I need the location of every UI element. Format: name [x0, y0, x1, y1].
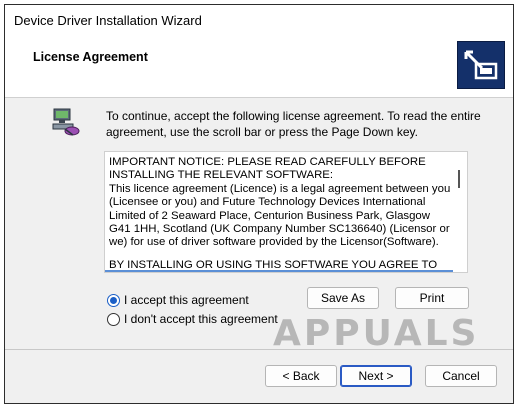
driver-install-logo-icon [457, 41, 505, 89]
license-paragraph: IMPORTANT NOTICE: PLEASE READ CAREFULLY … [109, 156, 426, 182]
intro-text: To continue, accept the following licens… [106, 109, 481, 139]
decline-option[interactable]: I don't accept this agreement [107, 312, 278, 326]
computer-network-icon [51, 107, 81, 137]
license-scrollbar[interactable] [453, 152, 467, 272]
back-button[interactable]: < Back [265, 365, 337, 387]
decline-radio[interactable] [107, 312, 120, 326]
accept-radio[interactable] [107, 293, 120, 307]
license-text: IMPORTANT NOTICE: PLEASE READ CAREFULLY … [109, 156, 451, 272]
scrollbar-thumb[interactable] [458, 170, 460, 188]
focus-underline [105, 270, 453, 272]
print-button[interactable]: Print [395, 287, 469, 309]
decline-label[interactable]: I don't accept this agreement [124, 312, 278, 326]
wizard-window: Device Driver Installation Wizard Licens… [4, 4, 514, 404]
title-bar: Device Driver Installation Wizard [5, 5, 513, 35]
window-title: Device Driver Installation Wizard [14, 12, 202, 28]
page-title: License Agreement [33, 50, 148, 64]
accept-option[interactable]: I accept this agreement [107, 293, 249, 307]
license-paragraph: This licence agreement (Licence) is a le… [109, 182, 451, 249]
next-button[interactable]: Next > [340, 365, 412, 387]
accept-label[interactable]: I accept this agreement [124, 293, 249, 307]
footer-divider [5, 349, 513, 350]
license-textbox[interactable]: IMPORTANT NOTICE: PLEASE READ CAREFULLY … [104, 151, 468, 273]
wizard-header: License Agreement [5, 35, 513, 98]
cancel-button[interactable]: Cancel [425, 365, 497, 387]
save-as-button[interactable]: Save As [307, 287, 379, 309]
watermark: APPUALS [273, 313, 480, 354]
